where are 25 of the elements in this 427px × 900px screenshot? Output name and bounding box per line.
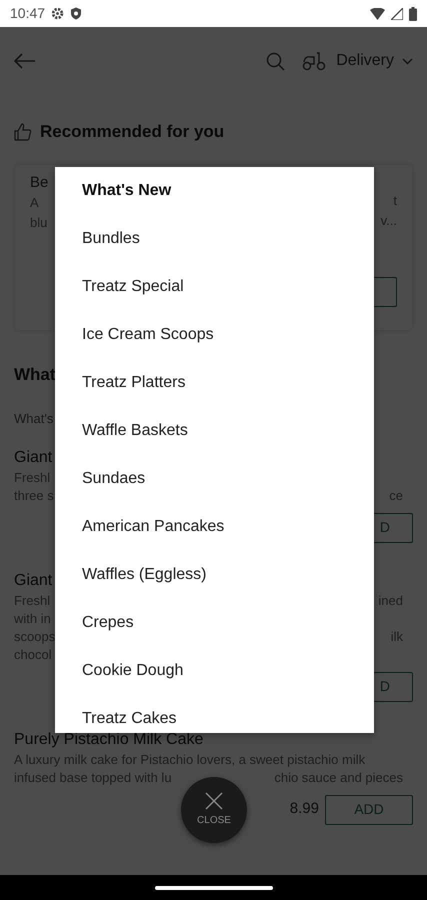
menu-item[interactable]: Ice Cream Scoops <box>55 311 374 359</box>
product-name: Be <box>30 172 48 192</box>
shield-icon <box>70 7 82 20</box>
menu-item[interactable]: Treatz Special <box>55 263 374 311</box>
gear-icon <box>51 7 64 20</box>
home-indicator[interactable] <box>154 886 272 890</box>
battery-icon <box>409 6 417 20</box>
signal-icon <box>391 8 403 20</box>
menu-item[interactable]: Waffle Baskets <box>55 407 374 455</box>
menu-item[interactable]: Crepes <box>55 599 374 647</box>
menu-item[interactable]: What's New <box>55 167 374 215</box>
menu-item[interactable]: American Pancakes <box>55 503 374 551</box>
section-title: Recommended for you <box>40 121 224 143</box>
product-name: Giant <box>14 448 52 468</box>
menu-item[interactable]: Treatz Platters <box>55 359 374 407</box>
wifi-icon <box>370 8 385 20</box>
menu-item[interactable]: Sundaes <box>55 455 374 503</box>
menu-item[interactable]: Bundles <box>55 215 374 263</box>
section-heading: What <box>14 364 56 386</box>
product-name: Giant <box>14 570 52 590</box>
product-price: 8.99 <box>290 799 319 820</box>
menu-item[interactable]: Waffles (Eggless) <box>55 551 374 599</box>
close-icon <box>205 792 223 810</box>
status-time: 10:47 <box>10 4 46 23</box>
menu-item[interactable]: Cookie Dough <box>55 647 374 695</box>
